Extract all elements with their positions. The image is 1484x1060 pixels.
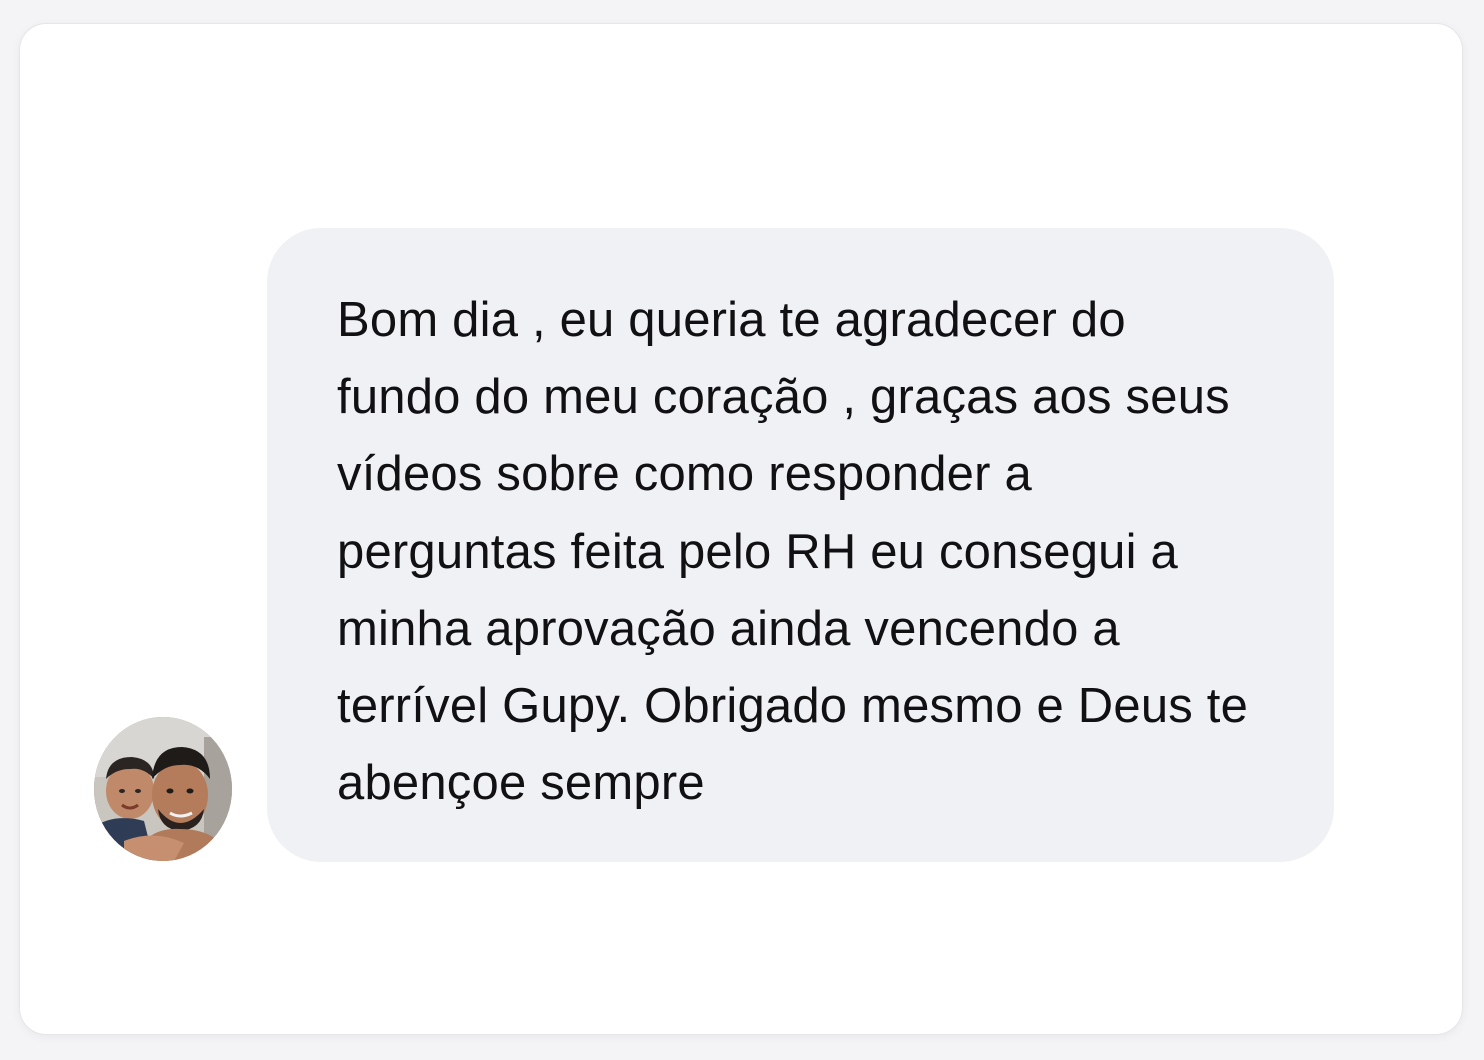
message-bubble: Bom dia , eu queria te agradecer do fund… bbox=[267, 228, 1334, 862]
avatar[interactable] bbox=[94, 717, 232, 861]
message-text: Bom dia , eu queria te agradecer do fund… bbox=[337, 293, 1249, 811]
chat-card: Bom dia , eu queria te agradecer do fund… bbox=[20, 24, 1462, 1034]
avatar-photo-icon bbox=[94, 717, 232, 861]
